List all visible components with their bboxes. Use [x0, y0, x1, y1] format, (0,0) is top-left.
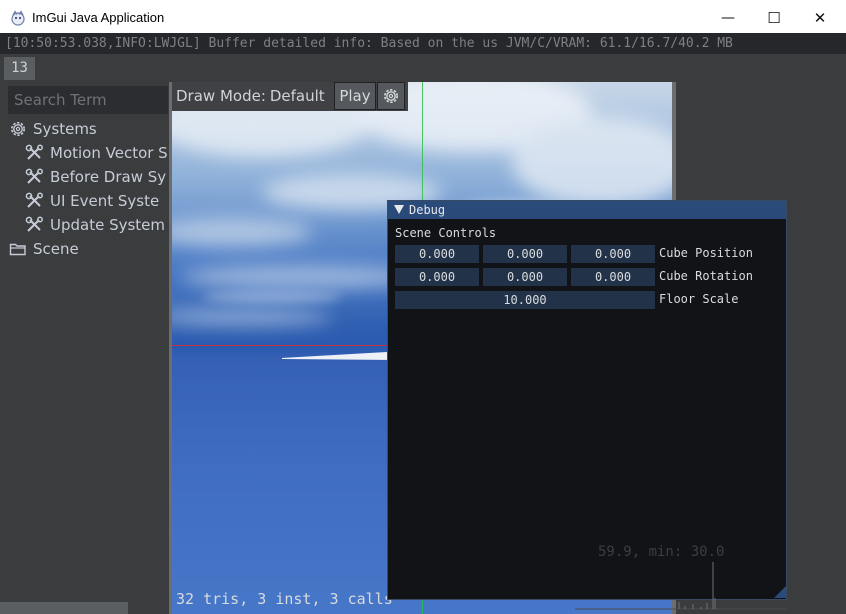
tree-item-label: Scene: [33, 240, 79, 258]
tree-item-before-draw[interactable]: Before Draw Sy: [25, 165, 169, 189]
gear-icon: [11, 122, 25, 136]
cube-position-label: Cube Position: [659, 246, 753, 260]
cube-position-z-field[interactable]: 0.000: [571, 245, 655, 263]
floor-plane: [282, 352, 392, 360]
cube-rotation-z-field[interactable]: 0.000: [571, 268, 655, 286]
cube-position-x-field[interactable]: 0.000: [395, 245, 479, 263]
collapse-triangle-icon[interactable]: [394, 205, 404, 214]
close-button[interactable]: ✕: [797, 0, 843, 36]
tree-item-ui-event[interactable]: UI Event Syste: [25, 189, 169, 213]
draw-mode-label: Draw Mode:: [176, 87, 266, 105]
cube-rotation-y-field[interactable]: 0.000: [483, 268, 567, 286]
draw-mode-value: Default: [269, 87, 325, 105]
cube-rotation-x-field[interactable]: 0.000: [395, 268, 479, 286]
gear-icon: [384, 89, 398, 103]
fps-overlay-text: 59.9, min: 30.0: [598, 544, 725, 560]
cube-position-y-field[interactable]: 0.000: [483, 245, 567, 263]
scene-controls-heading: Scene Controls: [395, 226, 497, 240]
window-title: ImGui Java Application: [32, 10, 165, 25]
viewport-settings-button[interactable]: [377, 82, 405, 110]
debug-window-titlebar[interactable]: Debug: [388, 201, 786, 219]
tools-icon: [25, 216, 43, 232]
tree-item-update-system[interactable]: Update System: [25, 213, 169, 237]
tree-item-systems[interactable]: Systems: [9, 117, 169, 141]
tree-item-scene[interactable]: Scene: [9, 237, 169, 261]
tree-item-label: Motion Vector S: [50, 144, 168, 162]
tools-icon: [25, 168, 43, 184]
fps-graph: [575, 562, 787, 610]
tree-item-label: UI Event Syste: [50, 192, 160, 210]
tree-item-label: Before Draw Sy: [50, 168, 167, 186]
floor-scale-slider[interactable]: 10.000: [395, 291, 655, 309]
render-stats: 32 tris, 3 inst, 3 calls: [176, 590, 393, 608]
app-icon: [10, 10, 26, 26]
bottom-scrollbar[interactable]: [0, 602, 128, 614]
play-button[interactable]: Play: [334, 82, 376, 110]
cube-rotation-label: Cube Rotation: [659, 269, 753, 283]
draw-mode-selector[interactable]: Draw Mode: Default: [176, 86, 325, 106]
search-input[interactable]: [8, 86, 168, 114]
folder-icon: [9, 243, 26, 256]
tree-item-label: Update System: [50, 216, 166, 234]
debug-window-title: Debug: [409, 203, 446, 217]
tools-icon: [25, 144, 43, 160]
minimize-button[interactable]: —: [705, 0, 751, 36]
tree-item-label: Systems: [33, 120, 97, 138]
floor-scale-label: Floor Scale: [659, 292, 739, 306]
log-output-line: [10:50:53.038,INFO:LWJGL] Buffer detaile…: [0, 33, 846, 54]
maximize-button[interactable]: ☐: [751, 0, 797, 36]
tools-icon: [25, 192, 43, 208]
tab-counter[interactable]: 13: [4, 57, 35, 80]
viewport-frame-left: [169, 82, 172, 614]
tree-item-motion-vector[interactable]: Motion Vector S: [25, 141, 169, 165]
